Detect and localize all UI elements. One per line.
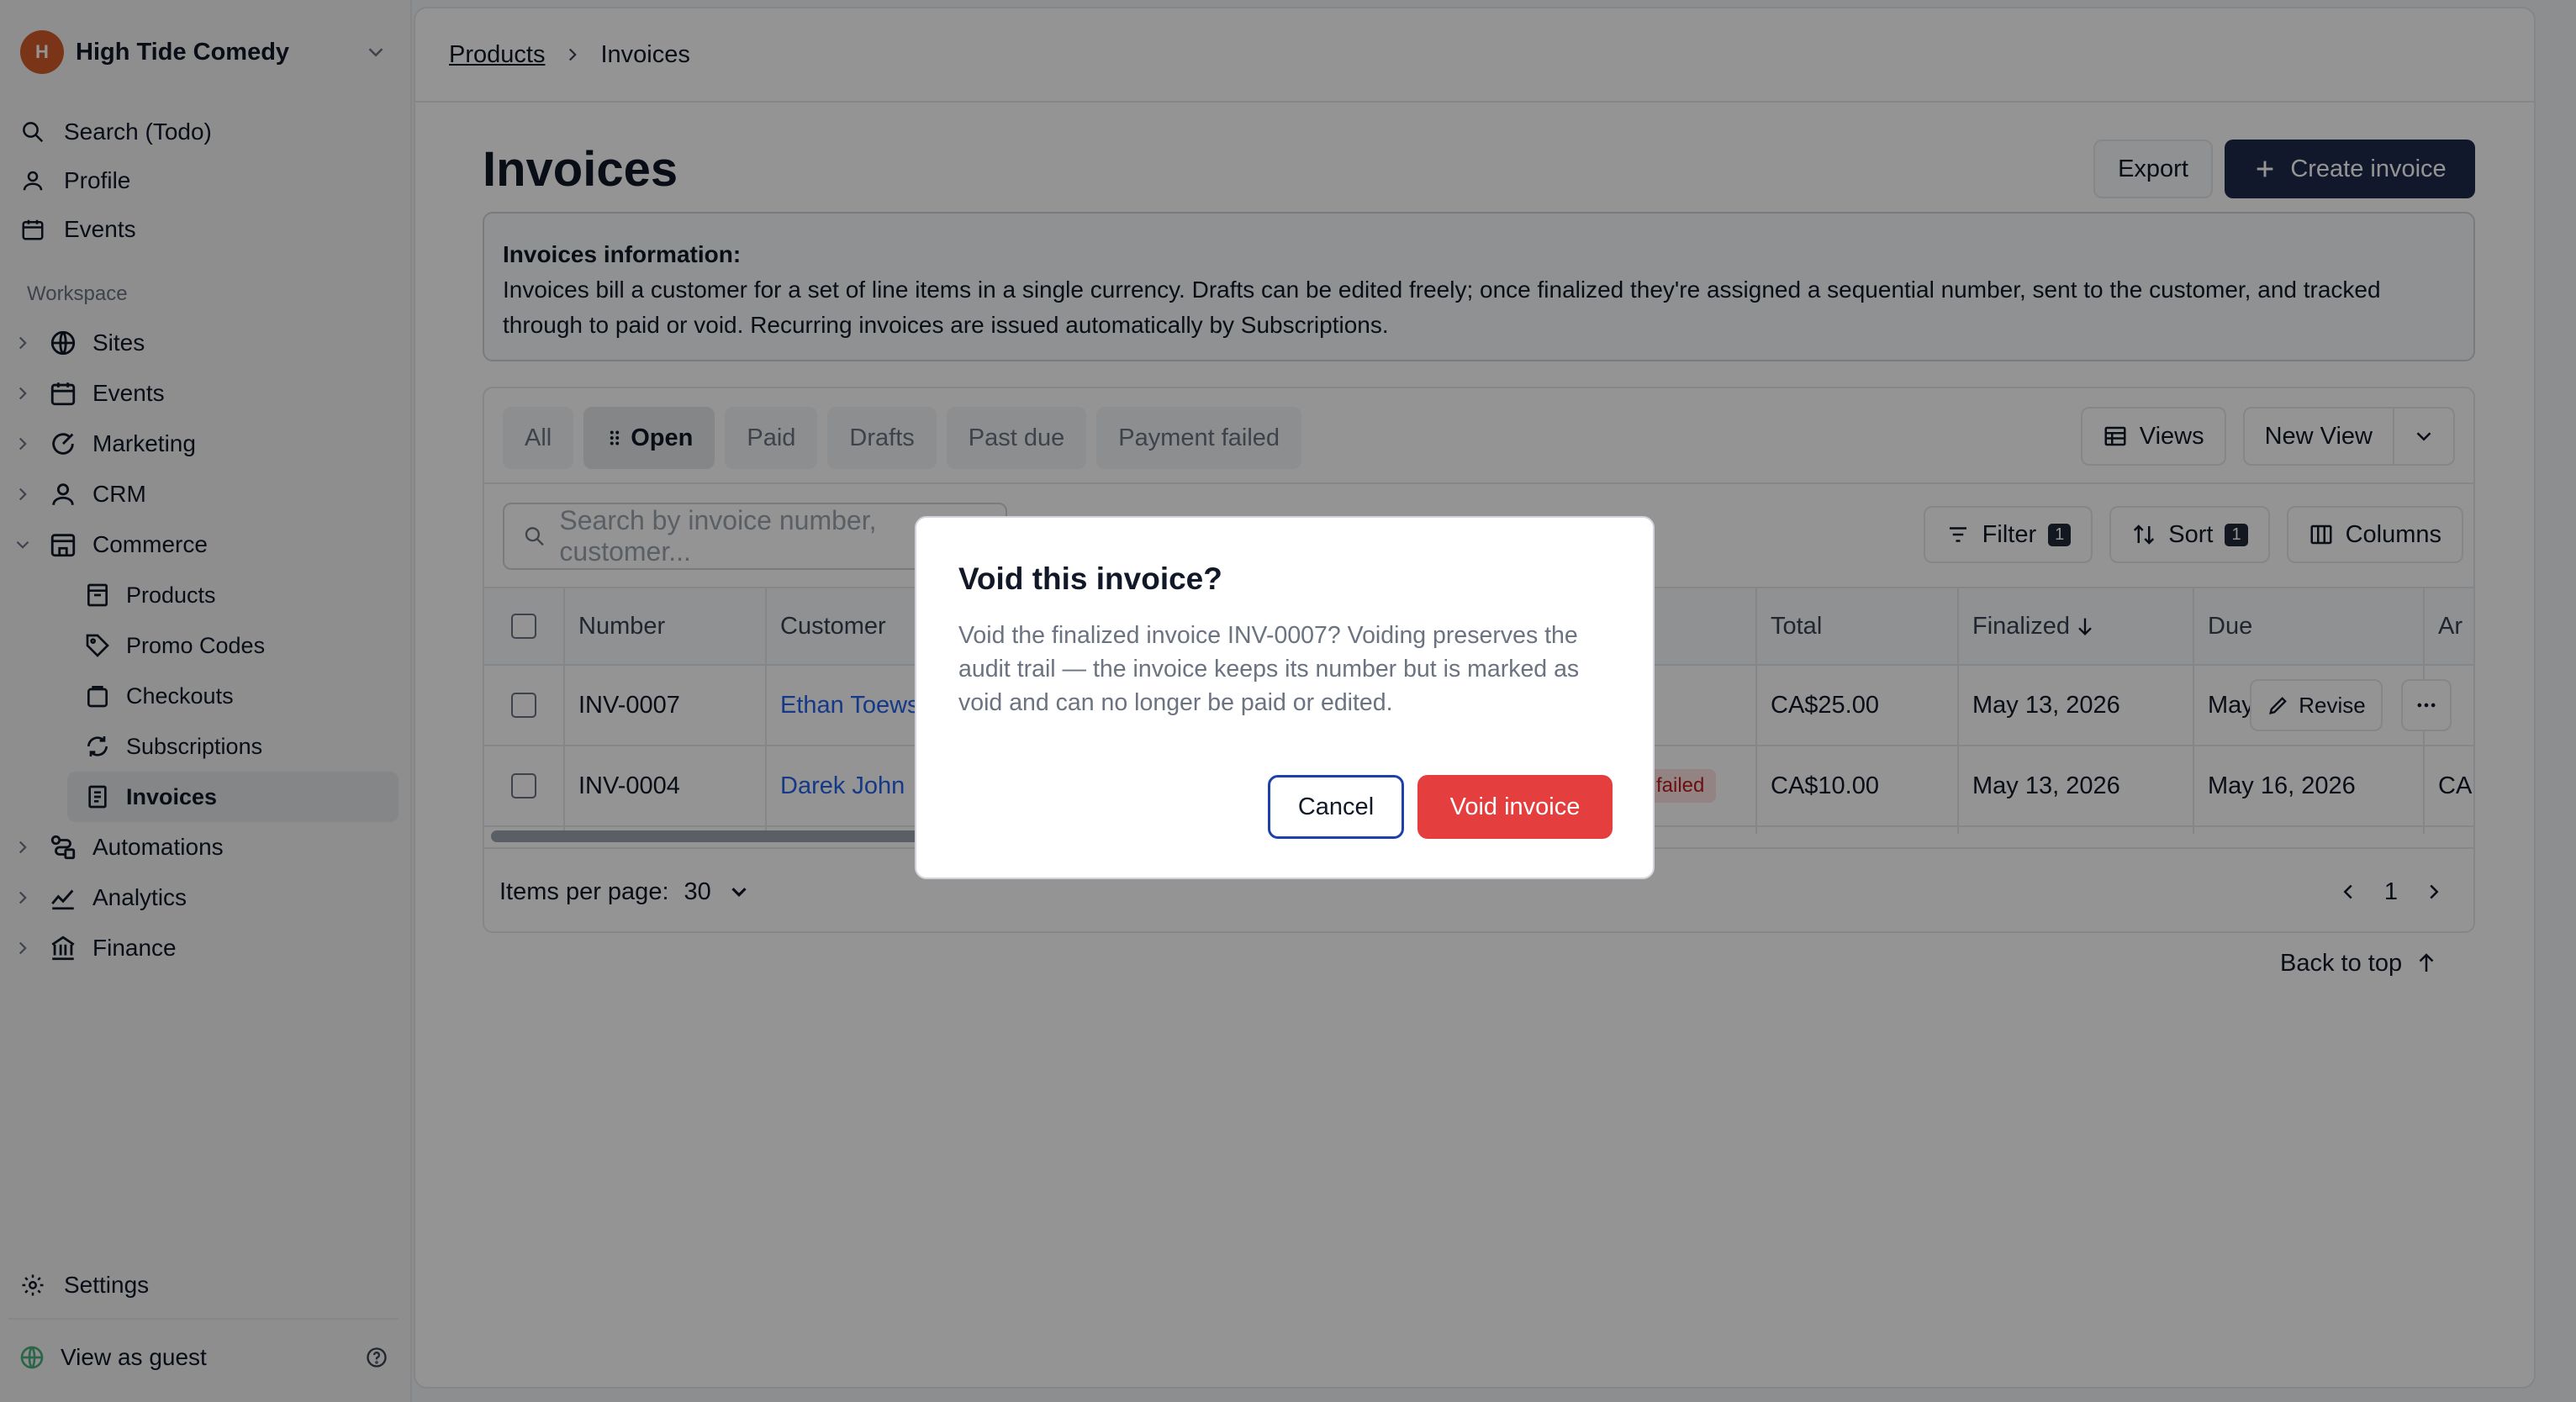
dialog-body: Void the finalized invoice INV-0007? Voi… <box>958 622 1580 716</box>
void-invoice-dialog: Void this invoice? Void the finalized in… <box>915 516 1655 879</box>
dialog-title: Void this invoice? <box>958 561 1222 596</box>
cancel-button[interactable]: Cancel <box>1268 775 1404 839</box>
dialog-actions: Cancel Void invoice <box>1268 775 1613 839</box>
void-invoice-button[interactable]: Void invoice <box>1417 775 1613 839</box>
